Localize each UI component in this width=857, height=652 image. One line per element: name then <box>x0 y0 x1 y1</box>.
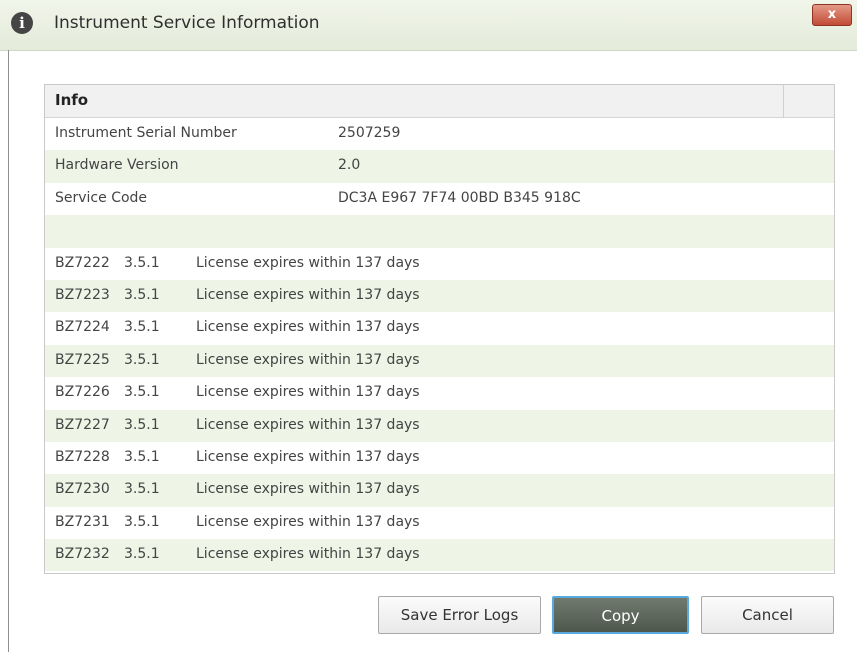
cancel-button[interactable]: Cancel <box>701 596 834 634</box>
license-status: License expires within 137 days <box>196 286 420 303</box>
license-row: BZ7222 3.5.1 License expires within 137 … <box>45 248 834 280</box>
module-version: 3.5.1 <box>124 448 160 465</box>
field-label: Service Code <box>55 189 148 206</box>
field-value: 2.0 <box>338 157 361 174</box>
table-row-blank <box>45 215 834 248</box>
module-version: 3.5.1 <box>124 319 160 336</box>
info-icon: i <box>11 12 33 34</box>
license-row: BZ7224 3.5.1 License expires within 137 … <box>45 312 834 344</box>
license-row: BZ7227 3.5.1 License expires within 137 … <box>45 409 834 442</box>
title-bar: i Instrument Service Information x <box>0 0 857 51</box>
module-version: 3.5.1 <box>124 351 160 368</box>
license-status: License expires within 137 days <box>196 254 420 271</box>
license-row: BZ7230 3.5.1 License expires within 137 … <box>45 474 834 507</box>
license-row: BZ7225 3.5.1 License expires within 137 … <box>45 344 834 378</box>
close-button[interactable]: x <box>812 4 852 26</box>
module-id: BZ7231 <box>55 513 110 530</box>
module-id: BZ7226 <box>55 384 110 401</box>
field-value: 2507259 <box>338 125 401 141</box>
module-id: BZ7230 <box>55 481 110 498</box>
license-status: License expires within 137 days <box>196 351 420 368</box>
table-rows: Instrument Serial Number 2507259 Hardwar… <box>45 118 834 572</box>
module-id: BZ7228 <box>55 448 110 465</box>
module-id: BZ7225 <box>55 351 110 368</box>
window-border <box>8 50 9 652</box>
module-version: 3.5.1 <box>124 546 160 563</box>
column-divider[interactable] <box>783 85 784 117</box>
module-id: BZ7223 <box>55 286 110 303</box>
window-title: Instrument Service Information <box>54 13 320 33</box>
module-version: 3.5.1 <box>124 481 160 498</box>
license-status: License expires within 137 days <box>196 319 420 336</box>
module-version: 3.5.1 <box>124 384 160 401</box>
info-table: Info Instrument Serial Number 2507259 Ha… <box>44 84 835 574</box>
license-status: License expires within 137 days <box>196 513 420 530</box>
module-version: 3.5.1 <box>124 286 160 303</box>
module-id: BZ7224 <box>55 319 110 336</box>
table-row-serial-number: Instrument Serial Number 2507259 <box>45 118 834 150</box>
save-error-logs-button[interactable]: Save Error Logs <box>378 596 541 634</box>
license-row: BZ7231 3.5.1 License expires within 137 … <box>45 507 834 539</box>
field-value: DC3A E967 7F74 00BD B345 918C <box>338 189 581 206</box>
license-row: BZ7228 3.5.1 License expires within 137 … <box>45 442 834 474</box>
module-id: BZ7222 <box>55 254 110 271</box>
field-label: Hardware Version <box>55 157 179 174</box>
copy-button[interactable]: Copy <box>552 596 689 634</box>
table-row-hardware-version: Hardware Version 2.0 <box>45 150 834 183</box>
license-status: License expires within 137 days <box>196 546 420 563</box>
module-id: BZ7232 <box>55 546 110 563</box>
table-header-label: Info <box>55 91 89 109</box>
license-status: License expires within 137 days <box>196 481 420 498</box>
table-row-service-code: Service Code DC3A E967 7F74 00BD B345 91… <box>45 183 834 215</box>
license-status: License expires within 137 days <box>196 416 420 433</box>
license-row: BZ7223 3.5.1 License expires within 137 … <box>45 279 834 313</box>
table-header: Info <box>45 85 834 118</box>
license-status: License expires within 137 days <box>196 448 420 465</box>
module-version: 3.5.1 <box>124 416 160 433</box>
module-version: 3.5.1 <box>124 513 160 530</box>
module-version: 3.5.1 <box>124 254 160 271</box>
field-label: Instrument Serial Number <box>55 125 237 141</box>
license-row: BZ7232 3.5.1 License expires within 137 … <box>45 539 834 572</box>
license-status: License expires within 137 days <box>196 384 420 401</box>
module-id: BZ7227 <box>55 416 110 433</box>
license-row: BZ7226 3.5.1 License expires within 137 … <box>45 377 834 409</box>
